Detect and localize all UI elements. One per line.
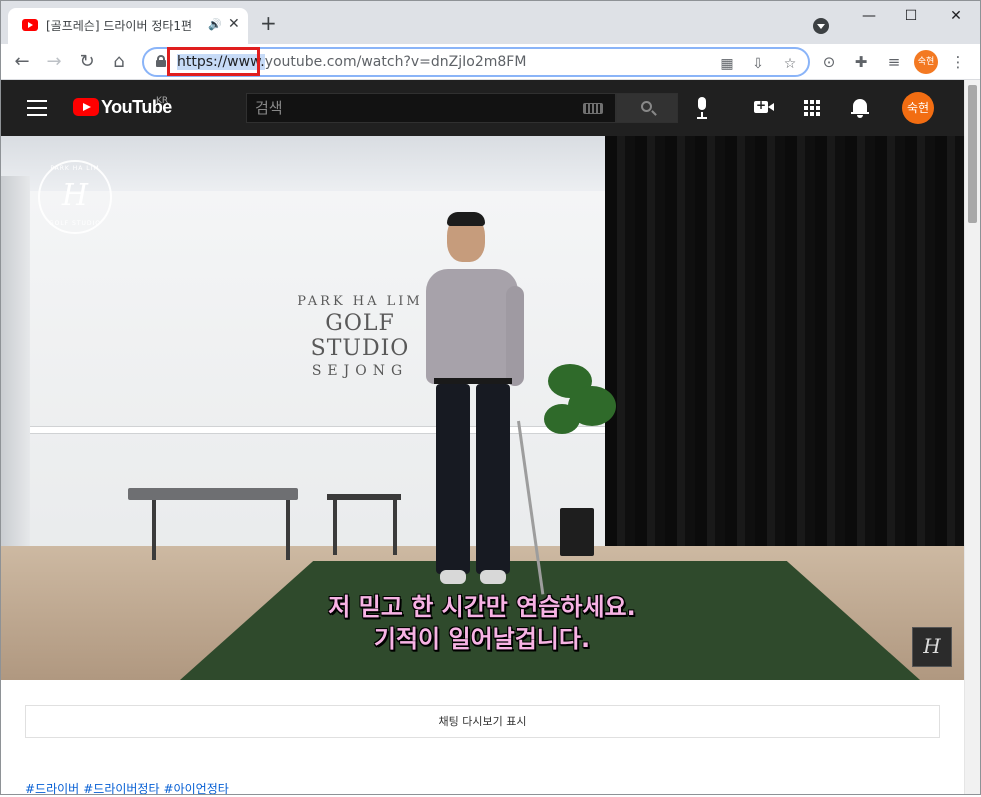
scene-plant-pot (560, 508, 594, 556)
video-player[interactable]: PARK HA LIM GOLF STUDIO SEJONG PARK HA L… (0, 136, 964, 680)
scene-bench-leg (152, 500, 156, 560)
scene-plant-leaf (544, 404, 580, 434)
chrome-profile-avatar[interactable]: 숙현 (914, 50, 938, 74)
page-scrollbar-thumb[interactable] (968, 85, 977, 223)
hashtag-link[interactable]: #아이언정타 (164, 782, 229, 796)
forward-arrow-icon[interactable]: → (42, 50, 66, 74)
notifications-bell-icon[interactable] (851, 98, 869, 118)
youtube-apps-grid-icon[interactable] (804, 100, 820, 116)
window-minimize-button[interactable]: — (859, 6, 879, 26)
wall-sign-line2: GOLF STUDIO (310, 311, 410, 361)
channel-logo-monogram: H (61, 178, 89, 213)
back-arrow-icon[interactable]: ← (10, 50, 34, 74)
channel-logo-ring-top: PARK HA LIM (50, 165, 100, 172)
youtube-favicon-icon (22, 19, 38, 31)
subtitle-line-2: 기적이 일어날겁니다. (373, 625, 591, 653)
url-highlight-box (167, 47, 260, 76)
scene-left-wall (0, 176, 30, 606)
window-maximize-button[interactable]: ☐ (901, 6, 921, 26)
search-icon (641, 101, 652, 112)
install-app-icon[interactable]: ⇩ (750, 56, 766, 72)
hashtag-link[interactable]: #드라이버 (25, 782, 79, 796)
tab-title: [골프레슨] 드라이버 정타1편 (46, 19, 193, 33)
watermark-monogram: H (923, 634, 941, 658)
extensions-puzzle-icon[interactable]: ✚ (851, 52, 871, 72)
channel-logo-icon: PARK HA LIM H GOLF STUDIO (38, 160, 112, 234)
user-avatar[interactable]: 숙현 (902, 92, 934, 124)
reload-icon[interactable]: ↻ (75, 50, 99, 74)
scene-table-leg (393, 500, 397, 555)
youtube-masthead: YouTube KR 숙현 (0, 80, 964, 136)
create-video-icon[interactable] (754, 98, 774, 113)
bookmark-star-icon[interactable]: ☆ (782, 56, 798, 72)
scene-bench-leg (286, 500, 290, 560)
scene-curtain (605, 136, 964, 606)
region-code: KR (156, 96, 169, 106)
wall-sign-line3: SEJONG (311, 363, 409, 379)
video-subtitle: 저 믿고 한 시간만 연습하세요. 기적이 일어날겁니다. (0, 591, 964, 655)
hashtag-link[interactable]: #드라이버정타 (83, 782, 159, 796)
new-tab-button[interactable]: + (260, 13, 277, 33)
chrome-menu-kebab-icon[interactable]: ⋮ (948, 52, 968, 72)
show-chat-replay-button[interactable]: 채팅 다시보기 표시 (25, 705, 940, 738)
scene-bench (128, 488, 298, 500)
youtube-logo-icon[interactable] (73, 98, 99, 116)
tab-search-dropdown-icon[interactable] (813, 18, 829, 34)
home-icon[interactable]: ⌂ (107, 50, 131, 74)
search-button[interactable] (616, 93, 678, 123)
golf-instructor-figure (420, 212, 530, 594)
qr-code-icon[interactable]: ▦ (719, 56, 735, 72)
browser-toolbar: ← → ↻ ⌂ https://www.youtube.com/watch?v=… (0, 44, 981, 80)
voice-search-mic-icon[interactable] (696, 97, 708, 119)
tab-close-icon[interactable]: ✕ (228, 16, 240, 32)
hashtag-list: #드라이버 #드라이버정타 #아이언정타 (25, 780, 233, 797)
search-box (246, 93, 616, 123)
wall-sign-line1: PARK HA LIM (297, 294, 423, 309)
mouse-extension-icon[interactable]: ⊙ (819, 52, 839, 72)
channel-logo-ring-bottom: GOLF STUDIO (48, 220, 102, 227)
media-control-icon[interactable]: ≡ (884, 52, 904, 72)
lock-icon[interactable] (156, 55, 166, 67)
channel-watermark-icon[interactable]: H (912, 627, 952, 667)
search-input[interactable] (247, 94, 577, 122)
browser-tab-active[interactable]: [골프레슨] 드라이버 정타1편 🔊 ✕ (8, 8, 248, 44)
guide-menu-icon[interactable] (27, 100, 47, 116)
audio-playing-icon[interactable]: 🔊 (208, 18, 222, 31)
subtitle-line-1: 저 믿고 한 시간만 연습하세요. (328, 593, 636, 621)
window-close-button[interactable]: ✕ (946, 6, 966, 26)
scene-side-table (327, 494, 401, 500)
browser-tab-strip: [골프레슨] 드라이버 정타1편 🔊 ✕ + — ☐ ✕ (0, 0, 981, 44)
url-remaining-text: youtube.com/watch?v=dnZjIo2m8FM (264, 54, 527, 70)
wall-sign: PARK HA LIM GOLF STUDIO SEJONG (290, 294, 430, 379)
scene-table-leg (333, 500, 337, 555)
keyboard-icon[interactable] (583, 103, 603, 114)
